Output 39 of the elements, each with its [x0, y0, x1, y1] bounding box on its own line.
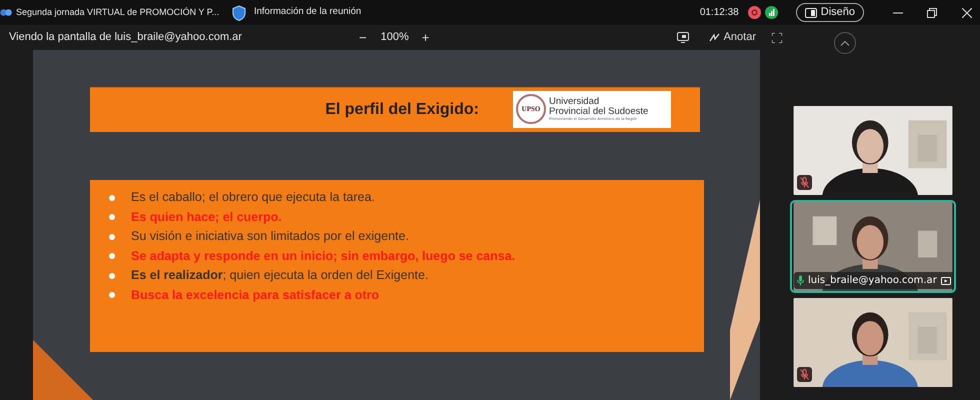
annotate-button[interactable]: Anotar — [708, 32, 756, 43]
fullscreen-icon[interactable] — [772, 32, 782, 42]
video-tile[interactable]: luis_braile@yahoo.com.ar — [790, 200, 956, 293]
bullet-icon — [109, 272, 115, 279]
bullet-text: Es quien hace; el cuerpo. — [131, 208, 282, 226]
bullet-icon — [109, 234, 115, 240]
logo-name: Universidad — [549, 96, 600, 106]
bullet-text: Es el caballo; el obrero que ejecuta la tarea. — [131, 189, 375, 206]
bullet-text: Su visión e iniciativa son limitados por el exigente. — [131, 228, 409, 246]
meeting-timer: 01:12:38 — [700, 6, 739, 20]
app-logo-icon — [0, 8, 12, 17]
bullet-icon — [109, 194, 115, 201]
meeting-info-link[interactable]: Información de la reunión — [254, 5, 362, 20]
bullet-icon — [109, 292, 115, 298]
bullet-text: Se adapta y responde en un inicio; sin embargo, luego se cansa. — [131, 248, 516, 265]
layout-button[interactable]: Diseño — [796, 3, 864, 22]
zoom-out-button[interactable]: − — [359, 31, 367, 44]
bullet-text: Busca la excelencia para satisfacer a otro — [131, 286, 380, 304]
signal-icon — [764, 6, 778, 19]
viewing-label: Viendo la pantalla de luis_braile@yahoo.com.ar — [9, 30, 243, 46]
bullet-icon — [109, 214, 115, 220]
collapse-button[interactable] — [834, 32, 856, 54]
recording-icon[interactable] — [748, 6, 761, 19]
chevron-up-icon — [840, 40, 850, 46]
shield-icon[interactable] — [232, 4, 246, 20]
layout-icon — [804, 8, 817, 18]
zoom-level: 100% — [380, 30, 409, 46]
screen-share-icon — [940, 276, 951, 284]
zoom-in-button[interactable]: + — [422, 31, 430, 44]
restore-icon[interactable] — [927, 8, 937, 18]
screen-icon[interactable] — [676, 32, 689, 43]
participant-name: luis_braile@yahoo.com.ar — [808, 274, 937, 288]
bullet-icon — [109, 253, 115, 260]
pen-icon — [708, 33, 720, 42]
close-icon[interactable] — [962, 8, 972, 18]
slide-title: El perfil del Exigido: — [325, 100, 479, 120]
logo-name: Provincial del Sudoeste — [549, 106, 648, 116]
bullet-text: Es el realizador; quien ejecuta la orden del Exigente. — [131, 267, 428, 284]
window-title: Segunda jornada VIRTUAL de PROMOCIÓN Y P... — [16, 6, 220, 19]
